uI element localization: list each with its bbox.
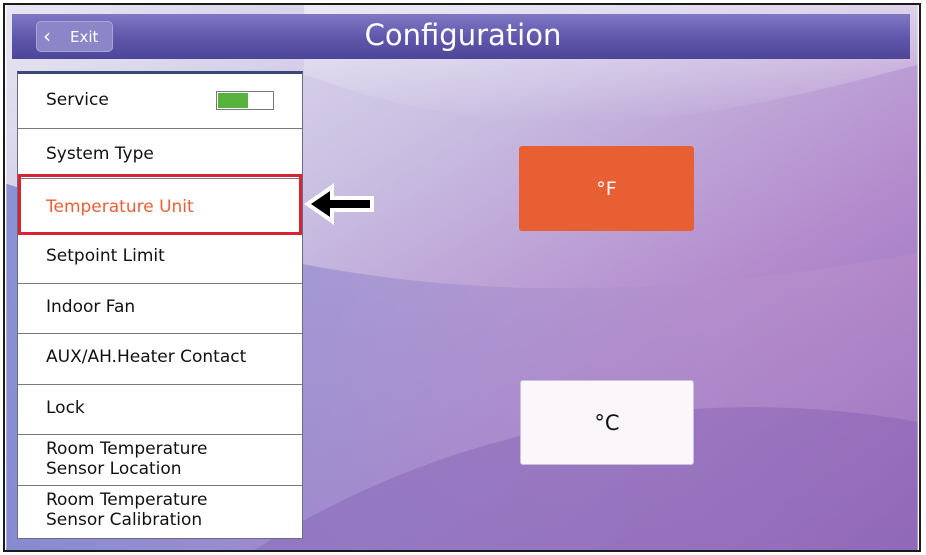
fahrenheit-button[interactable]: °F bbox=[519, 146, 694, 231]
service-toggle[interactable] bbox=[216, 91, 274, 110]
menu-item-label: Service bbox=[46, 90, 109, 110]
menu-item-label: Setpoint Limit bbox=[46, 246, 165, 266]
page-title: Configuration bbox=[364, 18, 562, 52]
menu-item-sensor-calibration[interactable]: Room Temperature Sensor Calibration bbox=[18, 486, 302, 539]
menu-item-label: System Type bbox=[46, 144, 154, 164]
menu-item-label-line2: Sensor Location bbox=[46, 459, 182, 479]
menu-item-label: Lock bbox=[46, 398, 85, 418]
menu-item-label-line1: Room Temperature bbox=[46, 490, 208, 510]
celsius-label: °C bbox=[594, 410, 620, 435]
menu-item-sensor-location[interactable]: Room Temperature Sensor Location bbox=[18, 435, 302, 486]
arrow-left-icon bbox=[304, 183, 374, 225]
menu-item-setpoint-limit[interactable]: Setpoint Limit bbox=[18, 234, 302, 284]
settings-menu: Service System Type Temperature Unit Set… bbox=[17, 71, 303, 539]
menu-item-label-line1: Room Temperature bbox=[46, 439, 208, 459]
menu-item-lock[interactable]: Lock bbox=[18, 385, 302, 435]
menu-item-service[interactable]: Service bbox=[18, 74, 302, 129]
menu-item-indoor-fan[interactable]: Indoor Fan bbox=[18, 284, 302, 334]
menu-item-system-type[interactable]: System Type bbox=[18, 129, 302, 179]
celsius-button[interactable]: °C bbox=[520, 380, 694, 465]
menu-item-label: Indoor Fan bbox=[46, 297, 136, 317]
selection-highlight bbox=[18, 174, 302, 235]
fahrenheit-label: °F bbox=[596, 177, 617, 200]
toggle-on-indicator bbox=[218, 93, 248, 108]
menu-item-label: AUX/AH.Heater Contact bbox=[46, 347, 247, 367]
menu-item-label-line2: Sensor Calibration bbox=[46, 510, 203, 530]
menu-item-aux-heater-contact[interactable]: AUX/AH.Heater Contact bbox=[18, 334, 302, 385]
